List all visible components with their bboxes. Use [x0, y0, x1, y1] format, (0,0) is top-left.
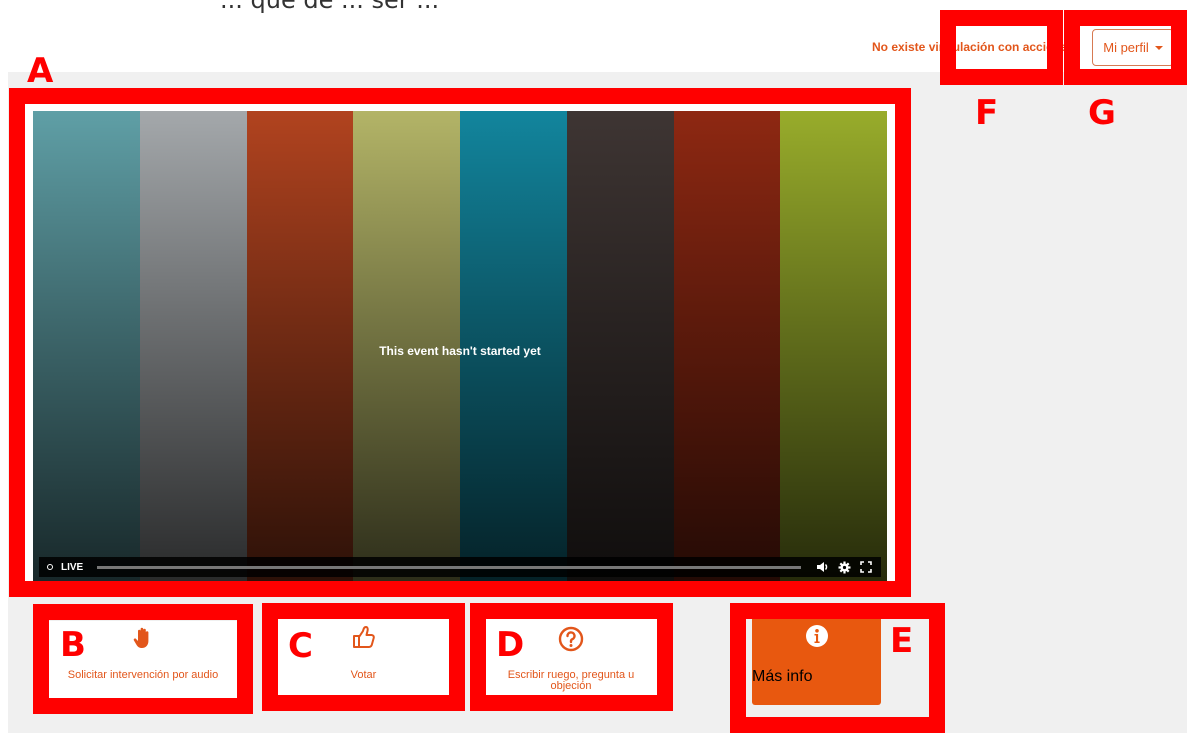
- more-info-label: Más info: [752, 668, 813, 685]
- live-dot-icon: [47, 564, 53, 570]
- player-controls: LIVE: [39, 557, 881, 577]
- volume-icon[interactable]: [815, 560, 829, 574]
- annotation-label-g: G: [1088, 93, 1116, 133]
- vote-label: Votar: [350, 669, 377, 681]
- chevron-down-icon: [1154, 45, 1163, 50]
- profile-menu-label: Mi perfil: [1103, 40, 1149, 55]
- profile-menu-button[interactable]: Mi perfil: [1092, 29, 1174, 66]
- link-status-text: No existe vinculación con acciones: [872, 40, 1075, 54]
- annotation-label-b: B: [60, 625, 86, 665]
- gear-icon[interactable]: [837, 560, 851, 574]
- annotation-label-a: A: [27, 51, 54, 91]
- progress-bar[interactable]: [97, 565, 801, 569]
- write-question-label-line2: objeción: [550, 680, 592, 692]
- annotation-label-e: E: [890, 621, 914, 661]
- top-caption: ... que de ... ser ...: [0, 0, 700, 22]
- video-player[interactable]: This event hasn't started yet LIVE: [33, 111, 887, 581]
- annotation-label-d: D: [496, 625, 525, 665]
- fullscreen-icon[interactable]: [859, 560, 873, 574]
- info-circle-icon: [752, 624, 881, 648]
- player-status-message: This event hasn't started yet: [379, 344, 541, 358]
- annotation-label-c: C: [288, 626, 313, 666]
- live-label: LIVE: [61, 561, 84, 573]
- top-caption-text: ... que de ... ser ...: [220, 0, 440, 14]
- annotation-label-f: F: [975, 93, 999, 133]
- request-audio-label: Solicitar intervención por audio: [67, 669, 219, 681]
